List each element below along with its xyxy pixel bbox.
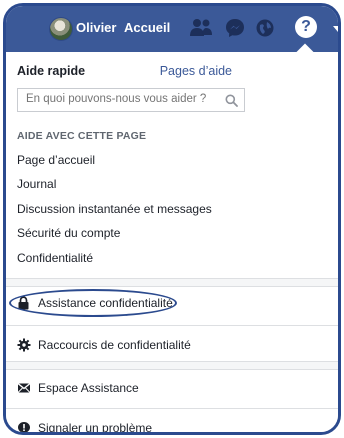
messenger-icon[interactable] xyxy=(224,17,246,44)
help-pages-link[interactable]: Pages d’aide xyxy=(160,64,232,78)
menu-item-label: Raccourcis de confidentialité xyxy=(38,338,191,352)
divider xyxy=(6,361,338,362)
divider xyxy=(6,286,338,287)
friends-icon[interactable] xyxy=(188,17,214,44)
link-timeline[interactable]: Journal xyxy=(17,177,56,191)
section-heading: AIDE AVEC CETTE PAGE xyxy=(17,130,147,142)
divider xyxy=(6,408,338,409)
separator-band xyxy=(6,361,338,369)
divider xyxy=(6,278,338,279)
link-privacy[interactable]: Confidentialité xyxy=(17,251,93,265)
profile-link[interactable]: Olivier xyxy=(76,20,116,35)
menu-item-report-problem[interactable]: Signaler un problème xyxy=(6,417,338,435)
menu-item-label: Signaler un problème xyxy=(38,421,153,435)
menu-item-privacy-shortcuts[interactable]: Raccourcis de confidentialité xyxy=(6,334,338,356)
menu-item-support-inbox[interactable]: Espace Assistance xyxy=(6,377,338,399)
search-icon[interactable] xyxy=(225,94,238,112)
top-navigation-bar: Olivier Accueil ? xyxy=(6,6,338,61)
home-link[interactable]: Accueil xyxy=(124,20,170,35)
menu-item-label: Espace Assistance xyxy=(38,381,139,395)
divider xyxy=(6,369,338,370)
divider xyxy=(6,325,338,326)
gear-icon xyxy=(17,338,31,357)
link-chat-messages[interactable]: Discussion instantanée et messages xyxy=(17,202,212,216)
window-frame: Olivier Accueil ? Aide rapide Pages d’ai… xyxy=(3,3,341,435)
alert-icon xyxy=(17,421,31,432)
link-account-security[interactable]: Sécurité du compte xyxy=(17,226,120,240)
search-input[interactable] xyxy=(26,93,211,105)
quick-help-panel: Aide rapide Pages d’aide AIDE AVEC CETTE… xyxy=(6,52,338,432)
inbox-icon xyxy=(17,381,31,399)
separator-band xyxy=(6,278,338,286)
help-search-box[interactable] xyxy=(17,88,245,112)
help-button[interactable]: ? xyxy=(295,16,317,38)
panel-title: Aide rapide xyxy=(17,64,86,78)
chevron-down-icon[interactable] xyxy=(333,26,338,32)
avatar[interactable] xyxy=(49,17,73,41)
link-home-page[interactable]: Page d’accueil xyxy=(17,153,95,167)
highlight-annotation xyxy=(9,289,177,317)
globe-icon[interactable] xyxy=(254,17,276,44)
